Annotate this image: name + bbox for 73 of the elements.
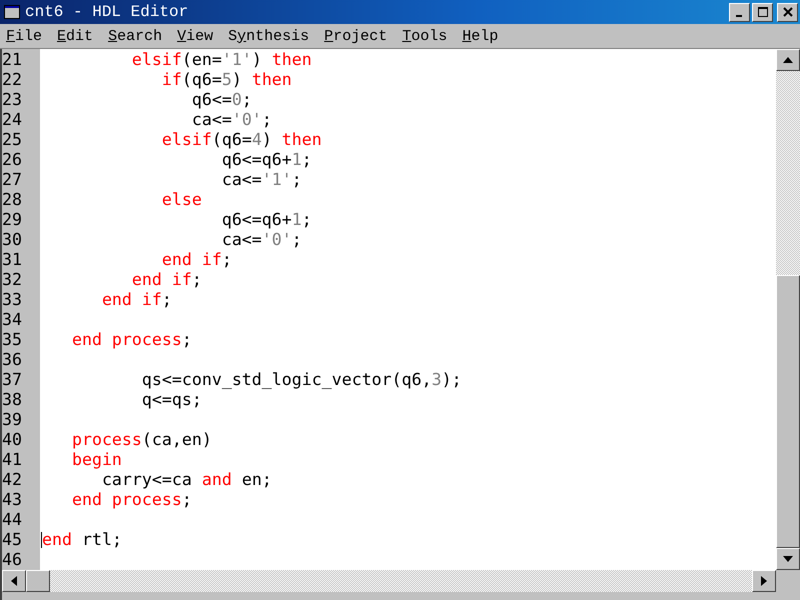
scroll-thumb[interactable] [26,570,50,592]
line-number: 21 [2,50,23,70]
line-number: 38 [2,390,23,410]
left-arrow-icon [11,576,17,586]
line-number: 36 [2,350,23,370]
up-arrow-icon [783,57,793,63]
line-number: 34 [2,310,23,330]
line-number: 44 [2,510,23,530]
line-number: 32 [2,270,23,290]
code-line: ca<='1'; [220,170,302,189]
minimize-icon [736,15,742,17]
code-line: process(ca,en) [70,430,212,449]
code-line: end process; [70,490,192,509]
line-number: 33 [2,290,23,310]
code-line: elsif(en='1') then [130,50,312,69]
code-line: q6<=q6+1; [220,210,312,229]
line-number: 39 [2,410,23,430]
menu-item[interactable]: View [177,28,214,44]
code-line: q<=qs; [140,390,202,409]
line-number: 45 [2,530,23,550]
code-line: end process; [70,330,192,349]
code-line: qs<=conv_std_logic_vector(q6,3); [140,370,462,389]
line-number: 25 [2,130,23,150]
scroll-up-button[interactable] [776,49,800,71]
line-number: 29 [2,210,23,230]
code-line: ca<='0'; [220,230,302,249]
close-icon [782,7,792,17]
line-number: 30 [2,230,23,250]
code-line: end if; [160,250,232,269]
menu-item[interactable]: Synthesis [228,28,310,44]
code-line: end if; [130,270,202,289]
scroll-down-button[interactable] [776,548,800,570]
line-number: 24 [2,110,23,130]
line-number: 41 [2,450,23,470]
line-number: 23 [2,90,23,110]
code-line: end if; [100,290,172,309]
code-line: ca<='0'; [190,110,272,129]
menu-item[interactable]: Project [324,28,388,44]
window-icon [4,5,20,19]
minimize-button[interactable] [729,2,750,22]
line-number: 42 [2,470,23,490]
menu-item[interactable]: Help [462,28,498,44]
line-number: 26 [2,150,23,170]
line-number: 40 [2,430,23,450]
code-line: begin [70,450,122,469]
line-number: 27 [2,170,23,190]
maximize-icon [758,7,768,17]
right-arrow-icon [761,576,767,586]
line-number: 46 [2,550,23,570]
down-arrow-icon [783,556,793,562]
code-line: elsif(q6=4) then [160,130,322,149]
menu-item[interactable]: File [6,28,42,44]
scroll-left-button[interactable] [2,570,26,592]
maximize-button[interactable] [752,2,773,22]
menu-item[interactable]: Tools [402,28,448,44]
window-title: cnt6 - HDL Editor [25,3,190,21]
code-line: q6<=q6+1; [220,150,312,169]
code-line: if(q6=5) then [160,70,292,89]
scroll-right-button[interactable] [752,570,776,592]
code-line: end rtl; [42,530,122,549]
scroll-thumb[interactable] [776,275,800,548]
line-number: 31 [2,250,23,270]
line-number: 35 [2,330,23,350]
line-number: 28 [2,190,23,210]
line-number: 22 [2,70,23,90]
code-line: carry<=ca and en; [100,470,272,489]
line-number: 37 [2,370,23,390]
code-line: else [160,190,202,209]
line-number: 43 [2,490,23,510]
menu-item[interactable]: Search [108,28,162,44]
menu-item[interactable]: Edit [57,28,94,44]
code-line: q6<=0; [190,90,252,109]
close-button[interactable] [777,2,798,22]
